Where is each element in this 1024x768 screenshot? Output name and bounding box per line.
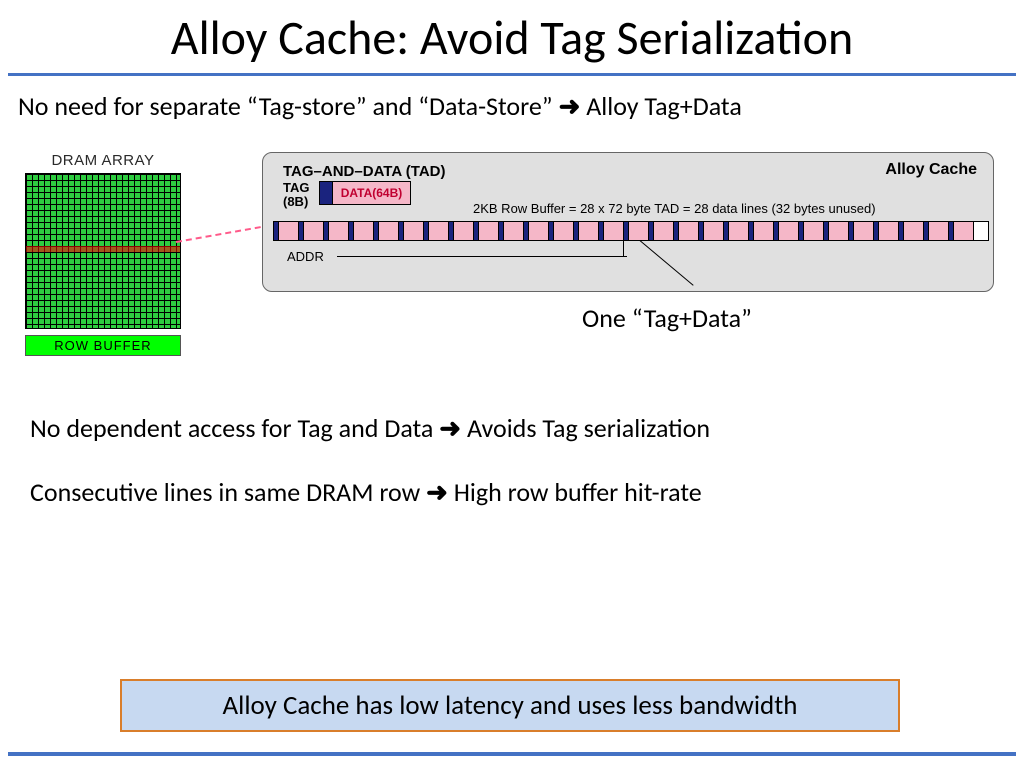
row-buffer-label: ROW BUFFER xyxy=(25,335,181,356)
tad-cell xyxy=(699,222,724,240)
tad-cell-data xyxy=(553,222,573,240)
tad-cell xyxy=(399,222,424,240)
tad-cell-data xyxy=(703,222,723,240)
tad-cell xyxy=(424,222,449,240)
addr-arrow-icon xyxy=(623,241,624,256)
tad-cell-data xyxy=(828,222,848,240)
bullet-2: Consecutive lines in same DRAM row ➜ Hig… xyxy=(30,476,994,508)
tad-cell-data xyxy=(628,222,648,240)
tad-cell-data xyxy=(653,222,673,240)
tad-cell xyxy=(899,222,924,240)
tad-cell-data xyxy=(503,222,523,240)
tad-tag-part xyxy=(320,182,332,204)
tad-cell xyxy=(549,222,574,240)
tag-label-line1: TAG xyxy=(283,180,309,195)
tad-cell xyxy=(474,222,499,240)
one-tad-pointer-icon xyxy=(640,240,700,302)
tad-cell xyxy=(799,222,824,240)
bullet-2-after: High row buffer hit-rate xyxy=(448,476,702,508)
tad-cell-data xyxy=(528,222,548,240)
slide-title: Alloy Cache: Avoid Tag Serialization xyxy=(0,0,1024,73)
addr-line xyxy=(337,256,627,257)
tad-cell-data xyxy=(753,222,773,240)
addr-label: ADDR xyxy=(287,249,324,264)
tad-cell xyxy=(599,222,624,240)
tad-cell-data xyxy=(903,222,923,240)
tad-cell xyxy=(624,222,649,240)
arrow-icon: ➜ xyxy=(426,476,448,508)
alloy-cache-panel: Alloy Cache TAG–AND–DATA (TAD) TAG (8B) … xyxy=(262,152,994,292)
tad-cell xyxy=(649,222,674,240)
tad-cell xyxy=(499,222,524,240)
tad-cell xyxy=(924,222,949,240)
dram-to-panel-connector xyxy=(176,224,271,243)
dram-highlight-row xyxy=(26,246,180,252)
intro-after: Alloy Tag+Data xyxy=(580,90,741,122)
tad-single-cell: DATA(64B) xyxy=(319,181,411,205)
tad-cell xyxy=(824,222,849,240)
tad-cell xyxy=(324,222,349,240)
tad-cell-data xyxy=(303,222,323,240)
tad-row-strip xyxy=(273,221,989,241)
tad-row-unused xyxy=(974,222,988,240)
bottom-divider xyxy=(8,752,1016,756)
bullet-1-after: Avoids Tag serialization xyxy=(461,412,710,444)
tad-cell xyxy=(774,222,799,240)
arrow-icon: ➜ xyxy=(439,412,461,444)
tad-cell-data xyxy=(853,222,873,240)
intro-before: No need for separate “Tag-store” and “Da… xyxy=(18,90,559,122)
tad-cell xyxy=(724,222,749,240)
tad-cell xyxy=(674,222,699,240)
tad-cell xyxy=(524,222,549,240)
tad-cell-data xyxy=(453,222,473,240)
dram-array-label: DRAM ARRAY xyxy=(18,152,188,169)
intro-text: No need for separate “Tag-store” and “Da… xyxy=(0,90,1024,122)
conclusion-banner: Alloy Cache has low latency and uses les… xyxy=(120,679,900,732)
tad-cell xyxy=(274,222,299,240)
tag-label-line2: (8B) xyxy=(283,194,308,209)
one-tad-label: One “Tag+Data” xyxy=(582,302,752,334)
tag-size-label: TAG (8B) xyxy=(283,181,309,210)
tad-cell xyxy=(299,222,324,240)
tad-cell-data xyxy=(878,222,898,240)
diagram-area: DRAM ARRAY ROW BUFFER Alloy Cache TAG–AN… xyxy=(0,152,1024,362)
tad-cell-data xyxy=(678,222,698,240)
tad-cell-data xyxy=(953,222,973,240)
tad-cell-data xyxy=(778,222,798,240)
tad-data-part: DATA(64B) xyxy=(332,182,410,204)
bullet-1-before: No dependent access for Tag and Data xyxy=(30,412,439,444)
tad-cell-data xyxy=(328,222,348,240)
tad-cell-data xyxy=(278,222,298,240)
tad-cell xyxy=(574,222,599,240)
tad-cell-data xyxy=(578,222,598,240)
tad-cell-data xyxy=(728,222,748,240)
dram-array-block: DRAM ARRAY ROW BUFFER xyxy=(18,152,188,356)
tad-cell xyxy=(749,222,774,240)
tad-cell xyxy=(374,222,399,240)
tad-cell xyxy=(849,222,874,240)
tad-cell xyxy=(449,222,474,240)
tad-cell-data xyxy=(803,222,823,240)
tad-cell-data xyxy=(603,222,623,240)
dram-grid xyxy=(25,173,181,329)
title-divider xyxy=(8,73,1016,76)
row-buffer-caption: 2KB Row Buffer = 28 x 72 byte TAD = 28 d… xyxy=(473,201,876,216)
alloy-panel-title: Alloy Cache xyxy=(885,161,977,179)
bullet-2-before: Consecutive lines in same DRAM row xyxy=(30,476,426,508)
bullet-points: No dependent access for Tag and Data ➜ A… xyxy=(0,362,1024,508)
tad-cell-data xyxy=(378,222,398,240)
tad-cell-data xyxy=(928,222,948,240)
arrow-icon: ➜ xyxy=(559,90,581,122)
bullet-1: No dependent access for Tag and Data ➜ A… xyxy=(30,412,994,444)
tad-cell-data xyxy=(353,222,373,240)
tad-cell-data xyxy=(478,222,498,240)
tad-cell-data xyxy=(428,222,448,240)
tad-cell xyxy=(949,222,974,240)
tad-cell xyxy=(349,222,374,240)
tad-cell-data xyxy=(403,222,423,240)
tad-title: TAG–AND–DATA (TAD) xyxy=(283,163,445,180)
tad-cell xyxy=(874,222,899,240)
